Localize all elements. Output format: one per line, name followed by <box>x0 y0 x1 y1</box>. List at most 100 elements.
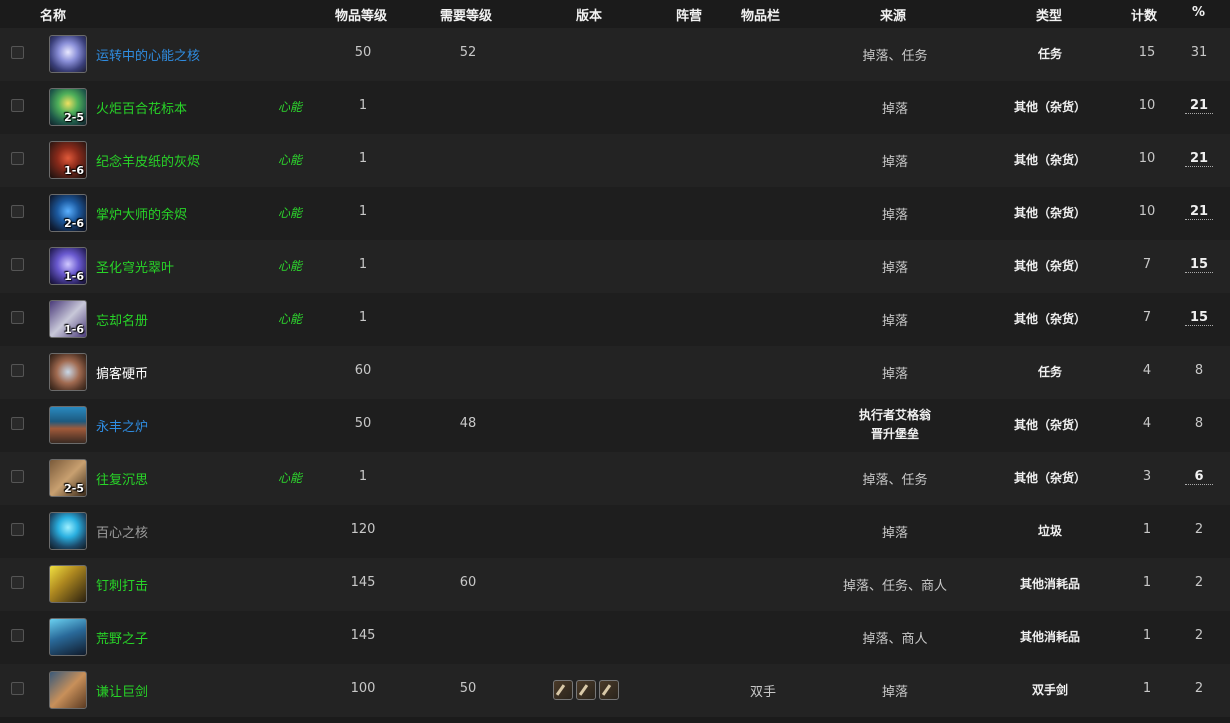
item-name-link[interactable]: 运转中的心能之核 <box>96 45 200 64</box>
col-req-level[interactable]: 需要等级 <box>440 5 492 24</box>
item-type: 任务 <box>1037 47 1062 61</box>
table-row[interactable]: 永丰之炉 50 48 执行者艾格翁 晋升堡垒 其他（杂货） 4 8 <box>0 399 1230 452</box>
row-checkbox[interactable] <box>11 205 24 218</box>
table-row[interactable]: 1-6 纪念羊皮纸的灰烬 心能 1 掉落 其他（杂货） 10 21 <box>0 134 1230 187</box>
drop-percent: 2 <box>1194 522 1204 537</box>
item-name-link[interactable]: 圣化穹光翠叶 <box>96 257 174 276</box>
required-level: 52 <box>459 45 477 60</box>
anima-tag: 心能 <box>278 206 303 220</box>
crystal-core-icon[interactable] <box>49 35 87 73</box>
row-checkbox[interactable] <box>11 99 24 112</box>
row-checkbox[interactable] <box>11 417 24 430</box>
item-source: 掉落、任务、商人 <box>842 579 947 594</box>
item-name-link[interactable]: 掮客硬币 <box>96 363 148 382</box>
col-faction[interactable]: 阵营 <box>676 5 702 24</box>
sword-version-icon[interactable] <box>599 680 619 700</box>
col-version[interactable]: 版本 <box>576 5 602 24</box>
coin-icon[interactable] <box>49 353 87 391</box>
item-source: 掉落 <box>881 155 908 170</box>
item-name-link[interactable]: 钉刺打击 <box>96 575 148 594</box>
col-item-level[interactable]: 物品等级 <box>335 5 387 24</box>
table-row[interactable]: 2-6 掌炉大师的余烬 心能 1 掉落 其他（杂货） 10 21 <box>0 187 1230 240</box>
row-checkbox[interactable] <box>11 364 24 377</box>
col-name[interactable]: 名称 <box>40 5 66 24</box>
leaf-icon[interactable]: 1-6 <box>49 247 87 285</box>
table-row[interactable]: 2-5 往复沉思 心能 1 掉落、任务 其他（杂货） 3 6 <box>0 452 1230 505</box>
drop-percent: 2 <box>1194 628 1204 643</box>
drop-percent: 21 <box>1185 151 1213 167</box>
drop-count: 3 <box>1142 469 1152 484</box>
col-source[interactable]: 来源 <box>880 5 906 24</box>
drop-percent: 21 <box>1185 98 1213 114</box>
item-name-link[interactable]: 往复沉思 <box>96 469 148 488</box>
item-source: 掉落 <box>881 208 908 223</box>
item-name-link[interactable]: 谦让巨剑 <box>96 681 148 700</box>
item-type: 其他（杂货） <box>1013 312 1086 326</box>
item-level: 120 <box>350 522 376 537</box>
drop-percent: 21 <box>1185 204 1213 220</box>
item-level: 1 <box>358 151 368 166</box>
ashes-icon[interactable]: 1-6 <box>49 141 87 179</box>
row-checkbox[interactable] <box>11 629 24 642</box>
ember-icon[interactable]: 2-6 <box>49 194 87 232</box>
required-level: 60 <box>459 575 477 590</box>
source-zone[interactable]: 晋升堡垒 <box>871 427 919 441</box>
wild-child-icon[interactable] <box>49 618 87 656</box>
table-header: 名称 物品等级 需要等级 版本 阵营 物品栏 来源 类型 计数 % <box>0 0 1230 28</box>
row-checkbox[interactable] <box>11 682 24 695</box>
item-name-link[interactable]: 永丰之炉 <box>96 416 148 435</box>
stack-badge: 2-6 <box>64 217 84 230</box>
item-name-link[interactable]: 荒野之子 <box>96 628 148 647</box>
item-type: 其他（杂货） <box>1013 206 1086 220</box>
item-name-link[interactable]: 纪念羊皮纸的灰烬 <box>96 151 200 170</box>
drop-percent: 2 <box>1194 681 1204 696</box>
col-count[interactable]: 计数 <box>1131 5 1157 24</box>
stack-badge: 1-6 <box>64 270 84 283</box>
drop-count: 7 <box>1142 310 1152 325</box>
item-level: 50 <box>354 416 372 431</box>
source-npc[interactable]: 执行者艾格翁 <box>859 408 931 422</box>
item-name-link[interactable]: 忘却名册 <box>96 310 148 329</box>
item-source[interactable]: 执行者艾格翁 晋升堡垒 <box>820 406 970 444</box>
table-row[interactable]: 运转中的心能之核 50 52 掉落、任务 任务 15 31 <box>0 28 1230 81</box>
contemplation-icon[interactable]: 2-5 <box>49 459 87 497</box>
row-checkbox[interactable] <box>11 576 24 589</box>
item-name-link[interactable]: 火炬百合花标本 <box>96 98 187 117</box>
row-checkbox[interactable] <box>11 152 24 165</box>
sword-version-icon[interactable] <box>576 680 596 700</box>
orb-core-icon[interactable] <box>49 512 87 550</box>
col-type[interactable]: 类型 <box>1036 5 1062 24</box>
sword-version-icon[interactable] <box>553 680 573 700</box>
item-level: 1 <box>358 257 368 272</box>
item-source: 掉落、任务 <box>862 473 928 488</box>
table-row[interactable]: 钉刺打击 145 60 掉落、任务、商人 其他消耗品 1 2 <box>0 558 1230 611</box>
col-slot[interactable]: 物品栏 <box>741 5 780 24</box>
drop-count: 10 <box>1138 204 1156 219</box>
spike-strike-icon[interactable] <box>49 565 87 603</box>
row-checkbox[interactable] <box>11 46 24 59</box>
forge-icon[interactable] <box>49 406 87 444</box>
row-checkbox[interactable] <box>11 258 24 271</box>
table-row[interactable]: 百心之核 120 掉落 垃圾 1 2 <box>0 505 1230 558</box>
item-name-link[interactable]: 掌炉大师的余烬 <box>96 204 187 223</box>
table-row[interactable]: 谦让巨剑 100 50 双手 掉落 双手剑 1 2 <box>0 664 1230 717</box>
table-row[interactable]: 2-5 火炬百合花标本 心能 1 掉落 其他（杂货） 10 21 <box>0 81 1230 134</box>
table-row[interactable]: 荒野之子 145 掉落、商人 其他消耗品 1 2 <box>0 611 1230 664</box>
drop-percent: 8 <box>1194 416 1204 431</box>
greatsword-icon[interactable] <box>49 671 87 709</box>
row-checkbox[interactable] <box>11 470 24 483</box>
scroll-icon[interactable]: 1-6 <box>49 300 87 338</box>
col-percent[interactable]: % <box>1192 5 1205 20</box>
drop-count: 10 <box>1138 98 1156 113</box>
row-checkbox[interactable] <box>11 523 24 536</box>
item-table: 名称 物品等级 需要等级 版本 阵营 物品栏 来源 类型 计数 % 运转中的心能… <box>0 0 1230 717</box>
row-checkbox[interactable] <box>11 311 24 324</box>
flower-icon[interactable]: 2-5 <box>49 88 87 126</box>
item-name-link[interactable]: 百心之核 <box>96 522 148 541</box>
table-row[interactable]: 1-6 圣化穹光翠叶 心能 1 掉落 其他（杂货） 7 15 <box>0 240 1230 293</box>
table-row[interactable]: 1-6 忘却名册 心能 1 掉落 其他（杂货） 7 15 <box>0 293 1230 346</box>
anima-tag: 心能 <box>278 100 303 114</box>
stack-badge: 1-6 <box>64 164 84 177</box>
table-row[interactable]: 掮客硬币 60 掉落 任务 4 8 <box>0 346 1230 399</box>
anima-tag: 心能 <box>278 312 303 326</box>
